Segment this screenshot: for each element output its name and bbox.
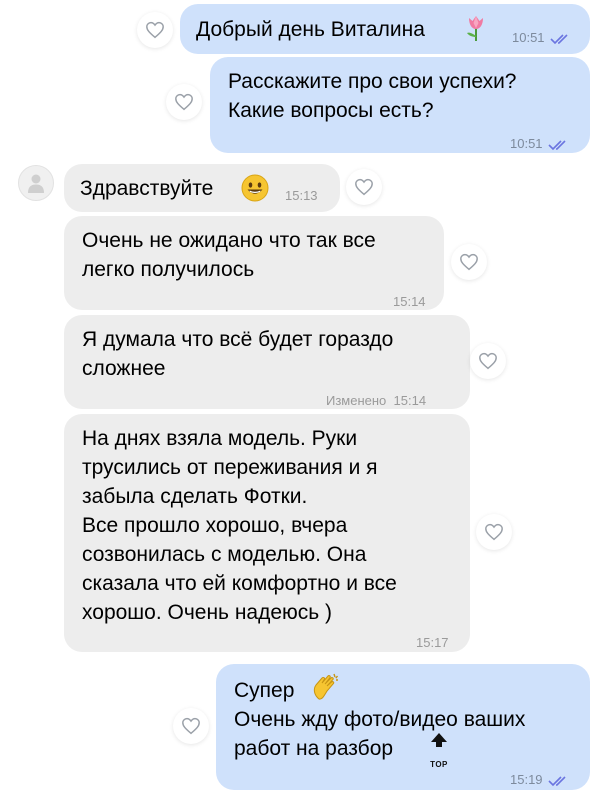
- message-time: 15:14: [393, 294, 426, 309]
- top-label: TOP: [430, 760, 448, 769]
- read-ticks-icon: [548, 139, 566, 150]
- message-text: На днях взяла модель. Руки трусились от …: [82, 427, 397, 624]
- like-button[interactable]: [346, 169, 382, 205]
- message-text: Очень не ожидано что так все легко получ…: [82, 229, 376, 281]
- like-button[interactable]: [451, 244, 487, 280]
- read-ticks-icon: [548, 775, 566, 786]
- like-button[interactable]: [173, 708, 209, 744]
- like-button[interactable]: [476, 514, 512, 550]
- edited-label: Изменено: [326, 393, 387, 408]
- time-text: 15:19: [510, 772, 543, 787]
- heart-icon: [460, 253, 478, 271]
- message-text: Супер: [234, 679, 295, 702]
- like-button[interactable]: [470, 343, 506, 379]
- message-time: 10:51: [512, 23, 572, 52]
- heart-icon: [175, 93, 193, 111]
- user-icon: [28, 174, 44, 193]
- message-time: Изменено 15:14: [326, 386, 426, 415]
- tulip-emoji-icon: [464, 14, 488, 50]
- message-bubble-incoming[interactable]: Очень не ожидано что так все легко получ…: [64, 216, 444, 310]
- heart-icon: [182, 717, 200, 735]
- message-bubble-outgoing[interactable]: Расскажите про свои успехи? Какие вопрос…: [210, 57, 590, 153]
- avatar[interactable]: [18, 165, 54, 201]
- message-bubble-incoming[interactable]: Здравствуйте 15:13: [64, 164, 340, 212]
- message-time: 10:51: [510, 129, 570, 158]
- message-bubble-outgoing[interactable]: Добрый день Виталина 10:51: [180, 4, 590, 54]
- like-button[interactable]: [166, 84, 202, 120]
- time-text: 10:51: [512, 30, 545, 45]
- message-text: Добрый день Виталина: [196, 18, 425, 41]
- time-text: 10:51: [510, 136, 543, 151]
- message-bubble-incoming[interactable]: Я думала что всё будет гораздо сложнее И…: [64, 315, 470, 409]
- message-text: Расскажите про свои успехи? Какие вопрос…: [228, 70, 517, 122]
- like-button[interactable]: [137, 12, 173, 48]
- message-time: 15:17: [416, 635, 449, 650]
- heart-icon: [485, 523, 503, 541]
- message-text: Очень жду фото/видео ваших работ на разб…: [234, 708, 526, 760]
- heart-icon: [479, 352, 497, 370]
- time-text: 15:14: [393, 393, 427, 408]
- message-bubble-outgoing[interactable]: Супер Очень жду фото/видео ваших работ н…: [216, 664, 590, 790]
- read-ticks-icon: [550, 33, 568, 44]
- message-text: Я думала что всё будет гораздо сложнее: [82, 328, 394, 380]
- heart-icon: [355, 178, 373, 196]
- message-text: Здравствуйте: [80, 177, 214, 200]
- message-time: 15:13: [285, 188, 318, 203]
- smiling-emoji-icon: [241, 174, 269, 210]
- message-bubble-incoming[interactable]: На днях взяла модель. Руки трусились от …: [64, 414, 470, 652]
- message-time: 15:19: [510, 765, 570, 794]
- heart-icon: [146, 21, 164, 39]
